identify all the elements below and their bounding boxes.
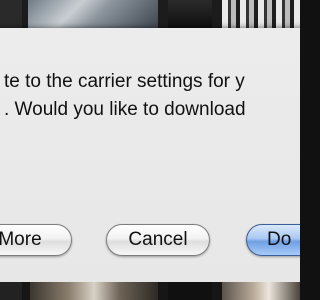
photo-thumbnail — [0, 282, 22, 300]
dialog-message-line-2: . Would you like to download — [4, 99, 246, 120]
download-button[interactable]: Do — [246, 224, 300, 256]
background-photos-top — [0, 0, 300, 28]
photo-thumbnail — [0, 0, 22, 28]
photo-thumbnail — [222, 0, 300, 28]
dialog-message-line-1: te to the carrier settings for y — [4, 71, 245, 92]
more-button[interactable]: More — [0, 224, 72, 256]
photo-thumbnail — [168, 0, 212, 28]
photo-thumbnail — [222, 282, 300, 300]
photo-thumbnail — [168, 282, 212, 300]
photo-thumbnail — [30, 282, 158, 300]
background-photos-bottom — [0, 282, 300, 300]
screen: te to the carrier settings for y . Would… — [0, 0, 300, 300]
carrier-settings-update-dialog: te to the carrier settings for y . Would… — [0, 28, 300, 282]
photo-thumbnail — [28, 0, 158, 28]
cancel-button[interactable]: Cancel — [106, 224, 210, 256]
